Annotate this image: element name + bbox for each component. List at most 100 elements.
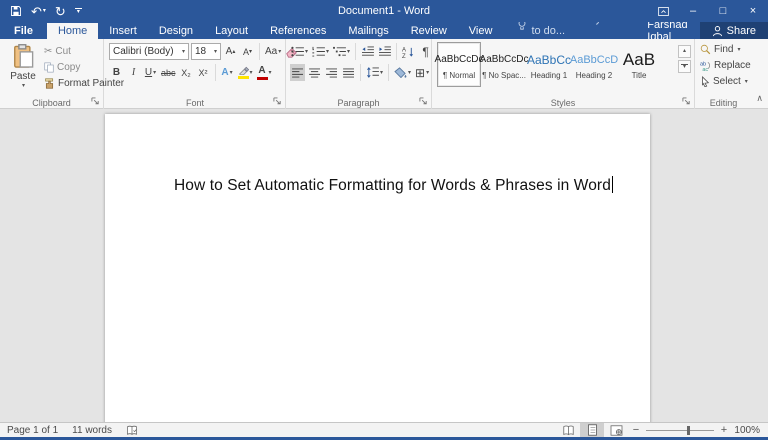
maximize-button[interactable]: □ (708, 0, 738, 22)
highlight-dropdown-icon: ▾ (250, 69, 253, 76)
zoom-slider-track[interactable] (646, 430, 714, 431)
clipboard-group-label: Clipboard (0, 98, 103, 108)
decrease-indent-button[interactable] (360, 43, 375, 60)
tab-view[interactable]: View (458, 23, 504, 39)
save-button[interactable] (10, 5, 22, 17)
print-layout-button[interactable] (580, 423, 604, 437)
change-case-button[interactable]: Aa▾ (264, 43, 282, 60)
replace-button[interactable]: abac Replace (700, 59, 751, 72)
share-button[interactable]: Share (700, 22, 768, 39)
superscript-button[interactable]: X² (196, 64, 211, 81)
text-highlight-button[interactable]: ▾ (237, 64, 254, 81)
style-title[interactable]: AaB Title (617, 42, 661, 87)
zoom-level[interactable]: 100% (732, 425, 768, 436)
font-color-button[interactable]: A ▾ (256, 64, 273, 81)
tab-mailings[interactable]: Mailings (337, 23, 399, 39)
numbering-button[interactable]: ▾ (311, 43, 330, 60)
divider (355, 43, 356, 60)
divider (215, 64, 216, 81)
style-heading-2[interactable]: AaBbCcD Heading 2 (572, 42, 616, 87)
window-controls: – □ × (648, 0, 768, 22)
text-effects-button[interactable]: A▾ (220, 64, 235, 81)
read-mode-button[interactable] (556, 423, 580, 437)
sort-button[interactable]: AZ (401, 43, 416, 60)
paste-button[interactable]: Paste ▾ (6, 43, 40, 95)
align-right-icon (326, 68, 338, 78)
align-left-button[interactable] (290, 64, 305, 81)
style-no-spacing[interactable]: AaBbCcDc ¶ No Spac... (482, 42, 526, 87)
heading-text: How to Set Automatic Formatting for Word… (174, 177, 611, 194)
word-count[interactable]: 11 words (65, 425, 119, 436)
justify-icon (343, 68, 355, 78)
styles-more-button[interactable]: ▾ (678, 60, 691, 73)
font-dialog-launcher[interactable] (273, 97, 283, 107)
redo-button[interactable]: ↻ (55, 5, 66, 18)
customize-qat-button[interactable]: ▾ (75, 8, 82, 14)
page-indicator[interactable]: Page 1 of 1 (0, 425, 65, 436)
underline-button[interactable]: U▾ (143, 64, 158, 81)
zoom-slider-handle[interactable] (687, 426, 690, 435)
title-bar: ↶▾ ↻ ▾ Document1 - Word – □ × (0, 0, 768, 22)
font-family-combo[interactable]: Calibri (Body)▾ (109, 43, 189, 60)
select-button[interactable]: Select ▾ (700, 75, 751, 88)
close-button[interactable]: × (738, 0, 768, 22)
grow-font-button[interactable]: A▴ (223, 43, 238, 60)
borders-button[interactable]: ⊞▾ (414, 64, 430, 81)
multilevel-list-button[interactable]: ▾ (332, 43, 351, 60)
font-color-dropdown-icon: ▾ (269, 69, 272, 76)
document-page[interactable]: How to Set Automatic Formatting for Word… (105, 114, 650, 422)
tab-home[interactable]: Home (47, 23, 98, 39)
style-sample: AaBbCcD (570, 50, 618, 70)
multilevel-dropdown-icon: ▾ (347, 48, 350, 55)
tab-insert[interactable]: Insert (98, 23, 148, 39)
styles-scroll-up-button[interactable]: ▴ (678, 45, 691, 58)
ribbon-display-options-button[interactable] (648, 0, 678, 22)
tab-references[interactable]: References (259, 23, 337, 39)
strikethrough-button[interactable]: abc (160, 64, 177, 81)
style-name: Heading 1 (531, 71, 567, 80)
italic-button[interactable]: I (126, 64, 141, 81)
style-heading-1[interactable]: AaBbCc Heading 1 (527, 42, 571, 87)
line-spacing-button[interactable]: ▾ (365, 64, 384, 81)
copy-icon (44, 62, 54, 73)
collapse-ribbon-button[interactable]: ∧ (756, 93, 763, 104)
bold-button[interactable]: B (109, 64, 124, 81)
document-heading-text[interactable]: How to Set Automatic Formatting for Word… (174, 176, 613, 195)
customize-qat-dropdown-icon: ▾ (77, 10, 80, 14)
zoom-out-button[interactable]: − (628, 424, 644, 436)
shading-button[interactable]: ▾ (393, 64, 412, 81)
web-layout-button[interactable] (604, 423, 628, 437)
tab-design[interactable]: Design (148, 23, 204, 39)
zoom-in-button[interactable]: + (716, 424, 732, 436)
subscript-button[interactable]: X₂ (179, 64, 194, 81)
align-center-button[interactable] (307, 64, 322, 81)
font-size-combo[interactable]: 18▾ (191, 43, 221, 60)
style-sample: AaB (623, 50, 655, 70)
styles-dialog-launcher[interactable] (682, 97, 692, 107)
cut-label: Cut (55, 46, 71, 57)
increase-indent-button[interactable] (377, 43, 392, 60)
justify-button[interactable] (341, 64, 356, 81)
svg-text:Z: Z (402, 54, 406, 58)
clipboard-dialog-launcher[interactable] (91, 97, 101, 107)
shading-bucket-icon (394, 67, 407, 78)
text-effects-dropdown-icon: ▾ (230, 69, 233, 76)
shrink-font-arrow-icon: ▾ (249, 48, 252, 55)
shrink-font-button[interactable]: A▾ (240, 43, 255, 60)
save-icon (10, 5, 22, 17)
divider (259, 43, 260, 60)
align-right-button[interactable] (324, 64, 339, 81)
style-name: Title (632, 71, 647, 80)
undo-button[interactable]: ↶▾ (31, 5, 46, 18)
paragraph-dialog-launcher[interactable] (419, 97, 429, 107)
cut-icon: ✂ (44, 46, 52, 57)
find-button[interactable]: Find ▾ (700, 43, 751, 56)
tab-review[interactable]: Review (400, 23, 458, 39)
tab-layout[interactable]: Layout (204, 23, 259, 39)
style-normal[interactable]: AaBbCcDc ¶ Normal (437, 42, 481, 87)
bullets-button[interactable]: ▾ (290, 43, 309, 60)
tab-file[interactable]: File (0, 23, 47, 39)
proofing-status-button[interactable] (119, 425, 145, 436)
show-paragraph-marks-button[interactable]: ¶ (418, 43, 433, 60)
minimize-button[interactable]: – (678, 0, 708, 22)
